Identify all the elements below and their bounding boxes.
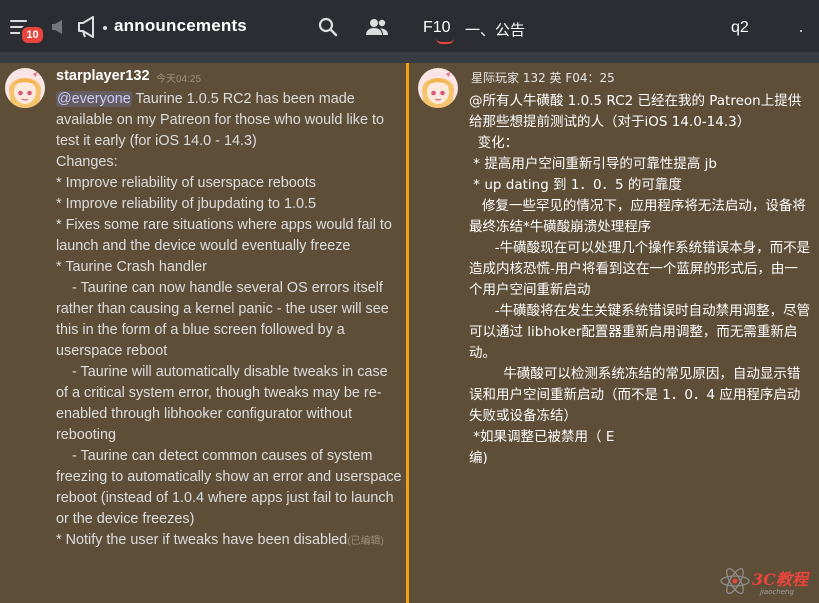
announcement-channel-icon (78, 16, 94, 38)
anime-avatar-icon (5, 68, 45, 108)
notification-badge: 10 (20, 25, 45, 45)
message-author[interactable]: starplayer132 (56, 68, 150, 84)
translated-message-content: @所有人牛磺酸 1.0.5 RC2 已经在我的 Patreon上提供给那些想提前… (469, 91, 811, 469)
message-line: * 提高用户空间重新引导的可靠性提高 jb (469, 156, 717, 172)
atom-logo-icon (720, 567, 750, 595)
overlay-q2-label: q2 (731, 19, 749, 36)
message-line: - Taurine will automatically disable twe… (56, 364, 392, 443)
search-icon[interactable] (318, 17, 338, 37)
message-line: -牛磺酸现在可以处理几个操作系统错误本身，而不是造成内核恐慌-用户将看到这在一个… (469, 240, 811, 298)
message-timestamp: 今天04:25 (156, 74, 202, 85)
header-shadow-bar (0, 52, 819, 63)
watermark-text: 3C教程 (752, 570, 808, 589)
message-line: * Notify the user if tweaks have been di… (56, 532, 384, 548)
message-line: * Improve reliability of jbupdating to 1… (56, 196, 316, 212)
megaphone-icon (52, 20, 62, 34)
avatar[interactable] (5, 68, 45, 108)
message-line: * Improve reliability of userspace reboo… (56, 175, 316, 191)
channel-name: announcements (114, 16, 247, 35)
watermark-subtext: jiaocheng (760, 588, 794, 596)
separator-dot (103, 26, 107, 30)
translated-message-header: 星际玩家 132 英 F04：25 (471, 71, 615, 85)
message-line: * up dating 到 1．0．5 的可靠度 (469, 177, 682, 193)
avatar[interactable] (418, 68, 458, 108)
message-line: - Taurine can detect common causes of sy… (56, 448, 406, 527)
message-line: 修复一些罕见的情况下，应用程序将无法启动，设备将最终冻结*牛磺酸崩溃处理程序 (469, 198, 806, 235)
message-line: 牛磺酸可以检测系统冻结的常见原因，自动显示错误和用户空间重新启动（而不是 1．0… (469, 366, 801, 424)
anime-avatar-icon (418, 68, 458, 108)
message-content: @everyone Taurine 1.0.5 RC2 has been mad… (56, 89, 402, 552)
overlay-f10-label: F10 (423, 19, 451, 36)
message-line: -牛磺酸将在发生关键系统错误时自动禁用调整，尽管可以通过 libhoker配置器… (469, 303, 811, 361)
message-line: @所有人牛磺酸 1.0.5 RC2 已经在我的 Patreon上提供给那些想提前… (469, 93, 802, 130)
channel-header: 10 announcements F10 一、公告 q2 (0, 0, 819, 56)
message-line: 变化： (469, 135, 519, 151)
message-line: 编) (469, 450, 488, 466)
members-icon[interactable] (365, 18, 389, 36)
message-line: * Taurine Crash handler (56, 259, 207, 275)
message-line: Changes: (56, 154, 118, 170)
message-panel-translated: 星际玩家 132 英 F04：25 @所有人牛磺酸 1.0.5 RC2 已经在我… (409, 63, 819, 603)
message-panel-original: starplayer132 今天04:25 @everyone Taurine … (0, 63, 406, 603)
red-mark (436, 38, 454, 44)
message-line: * Fixes some rare situations where apps … (56, 217, 396, 254)
message-line: - Taurine can now handle several OS erro… (56, 280, 393, 359)
everyone-mention[interactable]: @everyone (56, 91, 132, 107)
artifact-dot (800, 30, 802, 32)
overlay-channel-title: 一、公告 (465, 21, 526, 39)
edited-tag: (已编辑) (347, 536, 384, 547)
message-line: *如果调整已被禁用（ E (469, 429, 615, 445)
message-line: @everyone Taurine 1.0.5 RC2 has been mad… (56, 91, 388, 149)
